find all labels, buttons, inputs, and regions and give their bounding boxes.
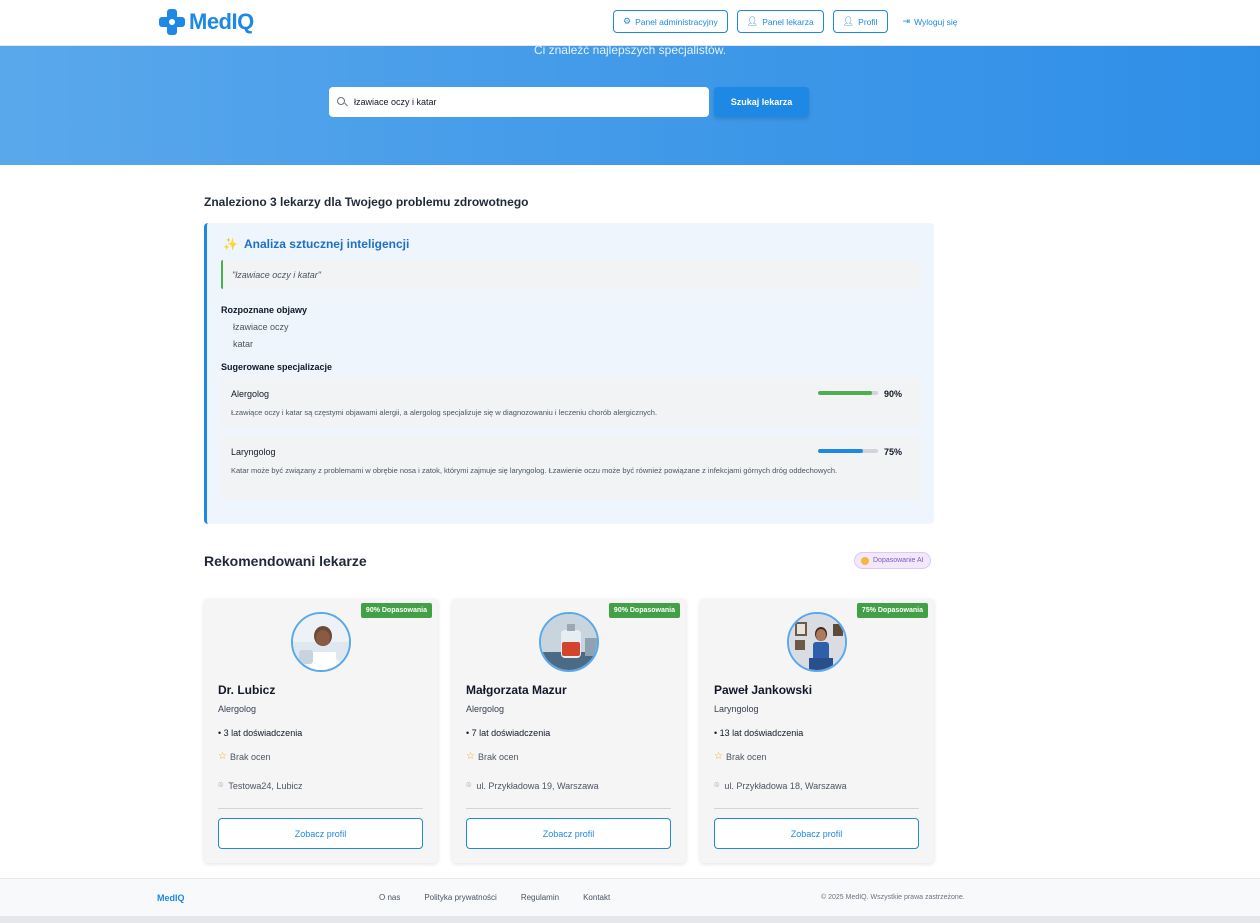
user-icon: 👤︎ — [746, 16, 759, 26]
match-progress-bar — [818, 391, 878, 395]
doctor-address: ⌾ ul. Przykładowa 18, Warszawa — [714, 780, 847, 791]
doctor-address: ⌾ Testowa24, Lubicz — [218, 780, 302, 791]
admin-panel-label: Panel administracyjny — [635, 16, 718, 27]
doctor-name: Paweł Jankowski — [714, 683, 813, 697]
footer-link-privacy[interactable]: Polityka prywatności — [424, 893, 496, 902]
brand-logo[interactable]: MedIQ — [159, 9, 254, 35]
doctor-name: Małgorzata Mazur — [466, 683, 567, 697]
top-navbar: MedIQ ⚙ Panel administracyjny 👤︎ Panel l… — [0, 0, 1260, 46]
divider — [466, 808, 671, 809]
match-percent: 90% — [884, 389, 903, 399]
divider — [218, 808, 423, 809]
specialization-card: Alergolog 90% Łzawiące oczy i katar są c… — [221, 377, 921, 427]
ai-match-badge-label: Dopasowanie AI — [873, 557, 924, 564]
window-bottom-edge — [0, 916, 1260, 923]
match-percent: 75% — [884, 447, 903, 457]
doctor-specialty: Laryngolog — [714, 704, 759, 714]
footer-link-contact[interactable]: Kontakt — [583, 893, 610, 902]
admin-panel-button[interactable]: ⚙ Panel administracyjny — [613, 10, 728, 33]
footer-link-terms[interactable]: Regulamin — [521, 893, 559, 902]
ai-match-badge: Dopasowanie AI — [854, 552, 931, 569]
doctor-rating: ☆ Brak ocen — [466, 751, 519, 762]
match-badge: 90% Dopasowania — [360, 603, 432, 618]
doctor-card: 90% Dopasowania Dr. Lubicz Alergolog • 3… — [204, 599, 438, 863]
doctor-avatar — [787, 612, 847, 672]
symptoms-label: Rozpoznane objawy — [221, 305, 308, 315]
symptom-item: łzawiace oczy — [233, 322, 289, 332]
doctor-rating: ☆ Brak ocen — [714, 751, 767, 762]
specializations-label: Sugerowane specjalizacje — [221, 362, 333, 372]
doctor-rating-text: Brak ocen — [725, 751, 767, 762]
match-badge: 90% Dopasowania — [608, 603, 680, 618]
view-profile-button[interactable]: Zobacz profil — [466, 818, 671, 849]
match-progress-fill — [818, 449, 863, 453]
location-pin-icon: ⌾ — [714, 780, 720, 790]
footer-copyright: © 2025 MedIQ. Wszystkie prawa zastrzeżon… — [821, 894, 965, 901]
doctor-panel-button[interactable]: 👤︎ Panel lekarza — [736, 10, 824, 33]
ai-dot-icon — [861, 556, 869, 565]
gear-icon: ⚙ — [623, 16, 632, 26]
doctor-card: 90% Dopasowania Małgorzata Mazur Alergol… — [452, 599, 686, 863]
recommended-title: Rekomendowani lekarze — [204, 553, 367, 569]
hero-section: Ci znaleźć najlepszych specjalistów. Szu… — [0, 43, 1260, 165]
specialization-card: Laryngolog 75% Katar może być związany z… — [221, 435, 921, 500]
logout-icon: ⇥ — [902, 16, 911, 26]
ai-analysis-title-text: Analiza sztucznej inteligencji — [243, 237, 410, 251]
star-icon: ☆ — [466, 751, 475, 762]
logout-link[interactable]: ⇥ Wyloguj się — [897, 10, 964, 33]
user-icon: 👤︎ — [842, 16, 855, 26]
match-progress-bar — [818, 449, 878, 453]
doctor-experience: • 13 lat doświadczenia — [714, 728, 804, 738]
footer: MedIQ O nas Polityka prywatności Regulam… — [0, 878, 1260, 916]
doctor-address-text: Testowa24, Lubicz — [228, 780, 303, 791]
doctor-address: ⌾ ul. Przykładowa 19, Warszawa — [466, 780, 599, 791]
doctor-avatar — [291, 612, 351, 672]
footer-link-about[interactable]: O nas — [379, 893, 400, 902]
footer-links: O nas Polityka prywatności Regulamin Kon… — [379, 893, 610, 902]
symptom-item: katar — [233, 339, 254, 349]
doctor-panel-label: Panel lekarza — [762, 16, 814, 27]
star-icon: ☆ — [218, 751, 227, 762]
location-pin-icon: ⌾ — [218, 780, 224, 790]
ai-analysis-title: ✨ Analiza sztucznej inteligencji — [223, 237, 409, 251]
doctor-avatar — [539, 612, 599, 672]
search-icon — [337, 96, 348, 108]
ai-query-quote: "łzawiace oczy i katar" — [221, 260, 921, 289]
doctor-rating-text: Brak ocen — [477, 751, 519, 762]
view-profile-button[interactable]: Zobacz profil — [714, 818, 919, 849]
footer-brand[interactable]: MedIQ — [157, 893, 185, 903]
search-input[interactable] — [354, 97, 694, 107]
doctor-experience: • 3 lat doświadczenia — [218, 728, 303, 738]
location-pin-icon: ⌾ — [466, 780, 472, 790]
specialization-name: Alergolog — [231, 389, 270, 399]
specialization-description: Katar może być związany z problemami w o… — [231, 466, 838, 475]
specialization-description: Łzawiące oczy i katar są częstymi objawa… — [231, 408, 658, 417]
main-nav: ⚙ Panel administracyjny 👤︎ Panel lekarza… — [613, 10, 963, 33]
specialization-name: Laryngolog — [231, 447, 276, 457]
ai-analysis-panel: ✨ Analiza sztucznej inteligencji "łzawia… — [204, 223, 934, 524]
star-icon: ☆ — [714, 751, 723, 762]
divider — [714, 808, 919, 809]
doctor-specialty: Alergolog — [218, 704, 257, 714]
match-progress-fill — [818, 391, 872, 395]
doctor-rating-text: Brak ocen — [229, 751, 271, 762]
doctor-address-text: ul. Przykładowa 19, Warszawa — [476, 780, 599, 791]
doctor-specialty: Alergolog — [466, 704, 505, 714]
medical-cross-icon — [159, 9, 185, 35]
profile-button[interactable]: 👤︎ Profil — [832, 10, 888, 33]
brand-name: MedIQ — [189, 9, 254, 34]
doctor-card: 75% Dopasowania Paweł Jankowski Laryngol… — [700, 599, 934, 863]
doctor-rating: ☆ Brak ocen — [218, 751, 271, 762]
sparkle-icon: ✨ — [223, 237, 238, 251]
doctor-address-text: ul. Przykładowa 18, Warszawa — [724, 780, 847, 791]
profile-label: Profil — [858, 16, 878, 27]
search-doctor-button[interactable]: Szukaj lekarza — [714, 87, 809, 117]
doctor-experience: • 7 lat doświadczenia — [466, 728, 551, 738]
view-profile-button[interactable]: Zobacz profil — [218, 818, 423, 849]
results-title: Znaleziono 3 lekarzy dla Twojego problem… — [204, 195, 529, 209]
doctor-name: Dr. Lubicz — [218, 683, 276, 697]
logout-label: Wyloguj się — [914, 16, 958, 27]
search-field[interactable] — [329, 87, 709, 117]
match-badge: 75% Dopasowania — [856, 603, 928, 618]
